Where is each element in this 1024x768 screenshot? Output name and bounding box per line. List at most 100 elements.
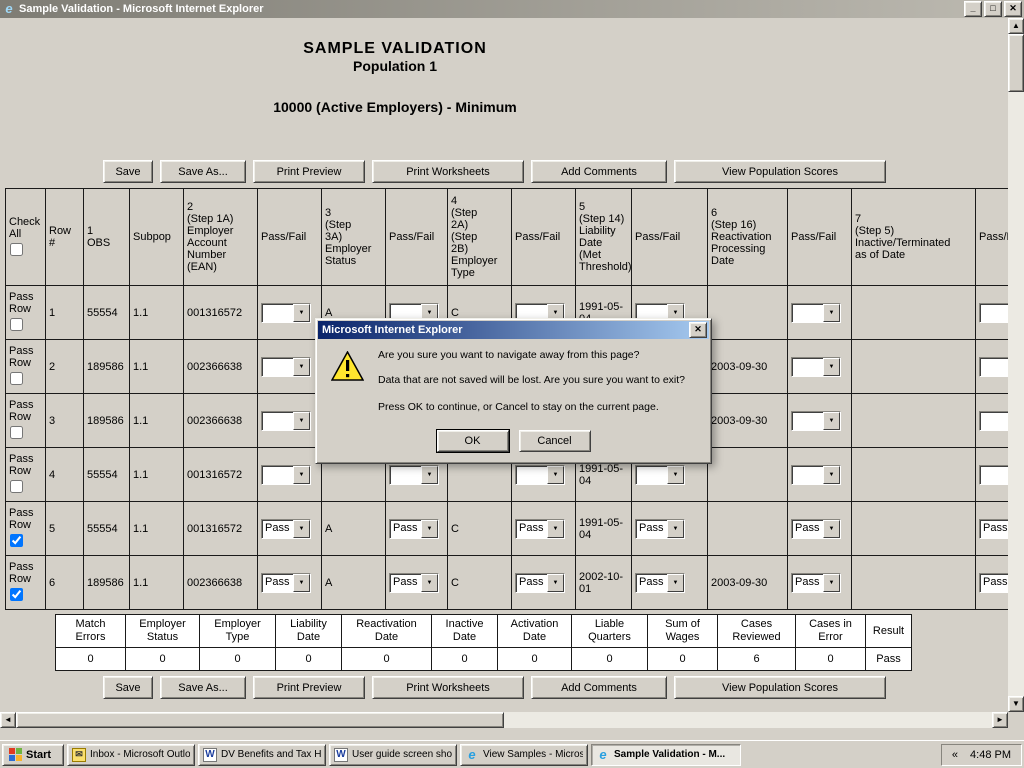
pass-row-checkbox[interactable]	[10, 372, 23, 385]
col-employer-type: 4 (Step 2A) (Step 2B) Employer Type	[448, 189, 512, 286]
sample-title: 10000 (Active Employers) - Minimum	[0, 99, 790, 115]
scroll-up-icon[interactable]: ▲	[1008, 18, 1024, 34]
page-title: SAMPLE VALIDATION	[0, 40, 790, 58]
dialog-close-icon[interactable]: ✕	[689, 322, 707, 338]
vertical-scroll-thumb[interactable]	[1008, 34, 1024, 92]
scroll-down-icon[interactable]: ▼	[1008, 696, 1024, 712]
view-population-scores-button[interactable]: View Population Scores	[674, 676, 886, 699]
status-cell: A	[322, 556, 386, 610]
taskbar-item-word-doc-1[interactable]: W DV Benefits and Tax Han...	[198, 744, 326, 766]
obs-cell: 55554	[84, 286, 130, 340]
pass-row-checkbox[interactable]	[10, 426, 23, 439]
reactivation-date-cell	[708, 448, 788, 502]
pass-fail-select[interactable]: Pass▼	[635, 573, 685, 593]
subpop-cell: 1.1	[130, 448, 184, 502]
pass-fail-select[interactable]: ▼	[979, 303, 1008, 323]
save-button[interactable]: Save	[103, 160, 153, 183]
pass-fail-select[interactable]: ▼	[261, 357, 311, 377]
pass-fail-select[interactable]: Pass▼	[389, 573, 439, 593]
pass-fail-select[interactable]: Pass▼	[389, 519, 439, 539]
pass-fail-select[interactable]: Pass▼	[635, 519, 685, 539]
pass-fail-select[interactable]: ▼	[791, 303, 841, 323]
dropdown-arrow-icon: ▼	[293, 466, 310, 484]
obs-cell: 189586	[84, 556, 130, 610]
row-number-cell: 3	[46, 394, 84, 448]
pass-fail-select[interactable]: ▼	[515, 465, 565, 485]
pass-fail-select[interactable]: Pass▼	[261, 573, 311, 593]
pass-row-label: Pass Row	[9, 291, 42, 315]
pass-fail-select[interactable]: Pass▼	[791, 519, 841, 539]
pass-row-checkbox[interactable]	[10, 534, 23, 547]
dropdown-arrow-icon: ▼	[547, 466, 564, 484]
check-all-checkbox[interactable]	[10, 243, 23, 256]
pass-fail-select[interactable]: ▼	[979, 465, 1008, 485]
pass-fail-select[interactable]: Pass▼	[979, 519, 1008, 539]
dialog-line-1: Are you sure you want to navigate away f…	[378, 349, 701, 361]
pass-row-label: Pass Row	[9, 345, 42, 369]
summary-col-reactivation-date: Reactivation Date	[342, 615, 432, 648]
window-titlebar[interactable]: e Sample Validation - Microsoft Internet…	[0, 0, 1024, 18]
col-reactivation-date: 6 (Step 16) Reactivation Processing Date	[708, 189, 788, 286]
print-preview-button[interactable]: Print Preview	[253, 160, 365, 183]
pass-fail-select[interactable]: Pass▼	[791, 573, 841, 593]
taskbar-item-outlook[interactable]: ✉ Inbox - Microsoft Outlook	[67, 744, 195, 766]
dropdown-arrow-icon: ▼	[823, 574, 840, 592]
taskbar-item-view-samples[interactable]: e View Samples - Microsoft...	[460, 744, 588, 766]
cancel-button[interactable]: Cancel	[519, 430, 591, 452]
save-as-button[interactable]: Save As...	[160, 160, 246, 183]
check-all-cell: Check All	[6, 189, 46, 286]
pass-row-checkbox[interactable]	[10, 318, 23, 331]
add-comments-button[interactable]: Add Comments	[531, 160, 667, 183]
tray-chevron-icon[interactable]: «	[952, 749, 958, 761]
taskbar-item-sample-validation[interactable]: e Sample Validation - M...	[591, 744, 741, 766]
reactivation-date-cell	[708, 502, 788, 556]
view-population-scores-button[interactable]: View Population Scores	[674, 160, 886, 183]
pass-fail-select[interactable]: Pass▼	[979, 573, 1008, 593]
start-button[interactable]: Start	[2, 744, 64, 766]
pass-fail-select[interactable]: ▼	[791, 411, 841, 431]
pass-row-checkbox[interactable]	[10, 588, 23, 601]
pass-fail-select[interactable]: ▼	[261, 411, 311, 431]
save-button[interactable]: Save	[103, 676, 153, 699]
pass-fail-select[interactable]: ▼	[791, 357, 841, 377]
pass-fail-select[interactable]: Pass▼	[515, 519, 565, 539]
vertical-scrollbar[interactable]: ▲ ▼	[1008, 18, 1024, 712]
horizontal-scroll-thumb[interactable]	[16, 712, 504, 728]
minimize-button[interactable]: _	[964, 1, 982, 17]
bottom-toolbar: Save Save As... Print Preview Print Work…	[103, 676, 1008, 699]
pass-fail-select[interactable]: ▼	[791, 465, 841, 485]
pass-fail-select[interactable]: ▼	[635, 465, 685, 485]
dialog-titlebar[interactable]: Microsoft Internet Explorer ✕	[318, 321, 709, 339]
dropdown-arrow-icon: ▼	[823, 358, 840, 376]
pass-row-label: Pass Row	[9, 561, 42, 585]
liability-date-cell: 2002-10-01	[576, 556, 632, 610]
scroll-right-icon[interactable]: ►	[992, 712, 1008, 728]
summary-value: 0	[796, 648, 866, 671]
pass-fail-select[interactable]: Pass▼	[515, 573, 565, 593]
pass-row-cell: Pass Row	[6, 448, 46, 502]
pass-fail-select[interactable]: ▼	[261, 465, 311, 485]
pass-fail-select[interactable]: Pass▼	[261, 519, 311, 539]
pass-row-cell: Pass Row	[6, 286, 46, 340]
maximize-button[interactable]: □	[984, 1, 1002, 17]
pass-row-checkbox[interactable]	[10, 480, 23, 493]
close-button[interactable]: ✕	[1004, 1, 1022, 17]
summary-value: 0	[572, 648, 648, 671]
page-headings: SAMPLE VALIDATION Population 1 10000 (Ac…	[0, 18, 790, 115]
taskbar-item-word-doc-2[interactable]: W User guide screen shots ...	[329, 744, 457, 766]
horizontal-scrollbar[interactable]: ◄ ►	[0, 712, 1008, 728]
pass-fail-select[interactable]: ▼	[389, 465, 439, 485]
print-preview-button[interactable]: Print Preview	[253, 676, 365, 699]
save-as-button[interactable]: Save As...	[160, 676, 246, 699]
pass-fail-select[interactable]: ▼	[261, 303, 311, 323]
dropdown-arrow-icon: ▼	[293, 520, 310, 538]
dropdown-arrow-icon: ▼	[823, 412, 840, 430]
add-comments-button[interactable]: Add Comments	[531, 676, 667, 699]
pass-fail-select[interactable]: ▼	[979, 357, 1008, 377]
ok-button[interactable]: OK	[437, 430, 509, 452]
scroll-left-icon[interactable]: ◄	[0, 712, 16, 728]
summary-value: 6	[718, 648, 796, 671]
print-worksheets-button[interactable]: Print Worksheets	[372, 676, 524, 699]
print-worksheets-button[interactable]: Print Worksheets	[372, 160, 524, 183]
pass-fail-select[interactable]: ▼	[979, 411, 1008, 431]
